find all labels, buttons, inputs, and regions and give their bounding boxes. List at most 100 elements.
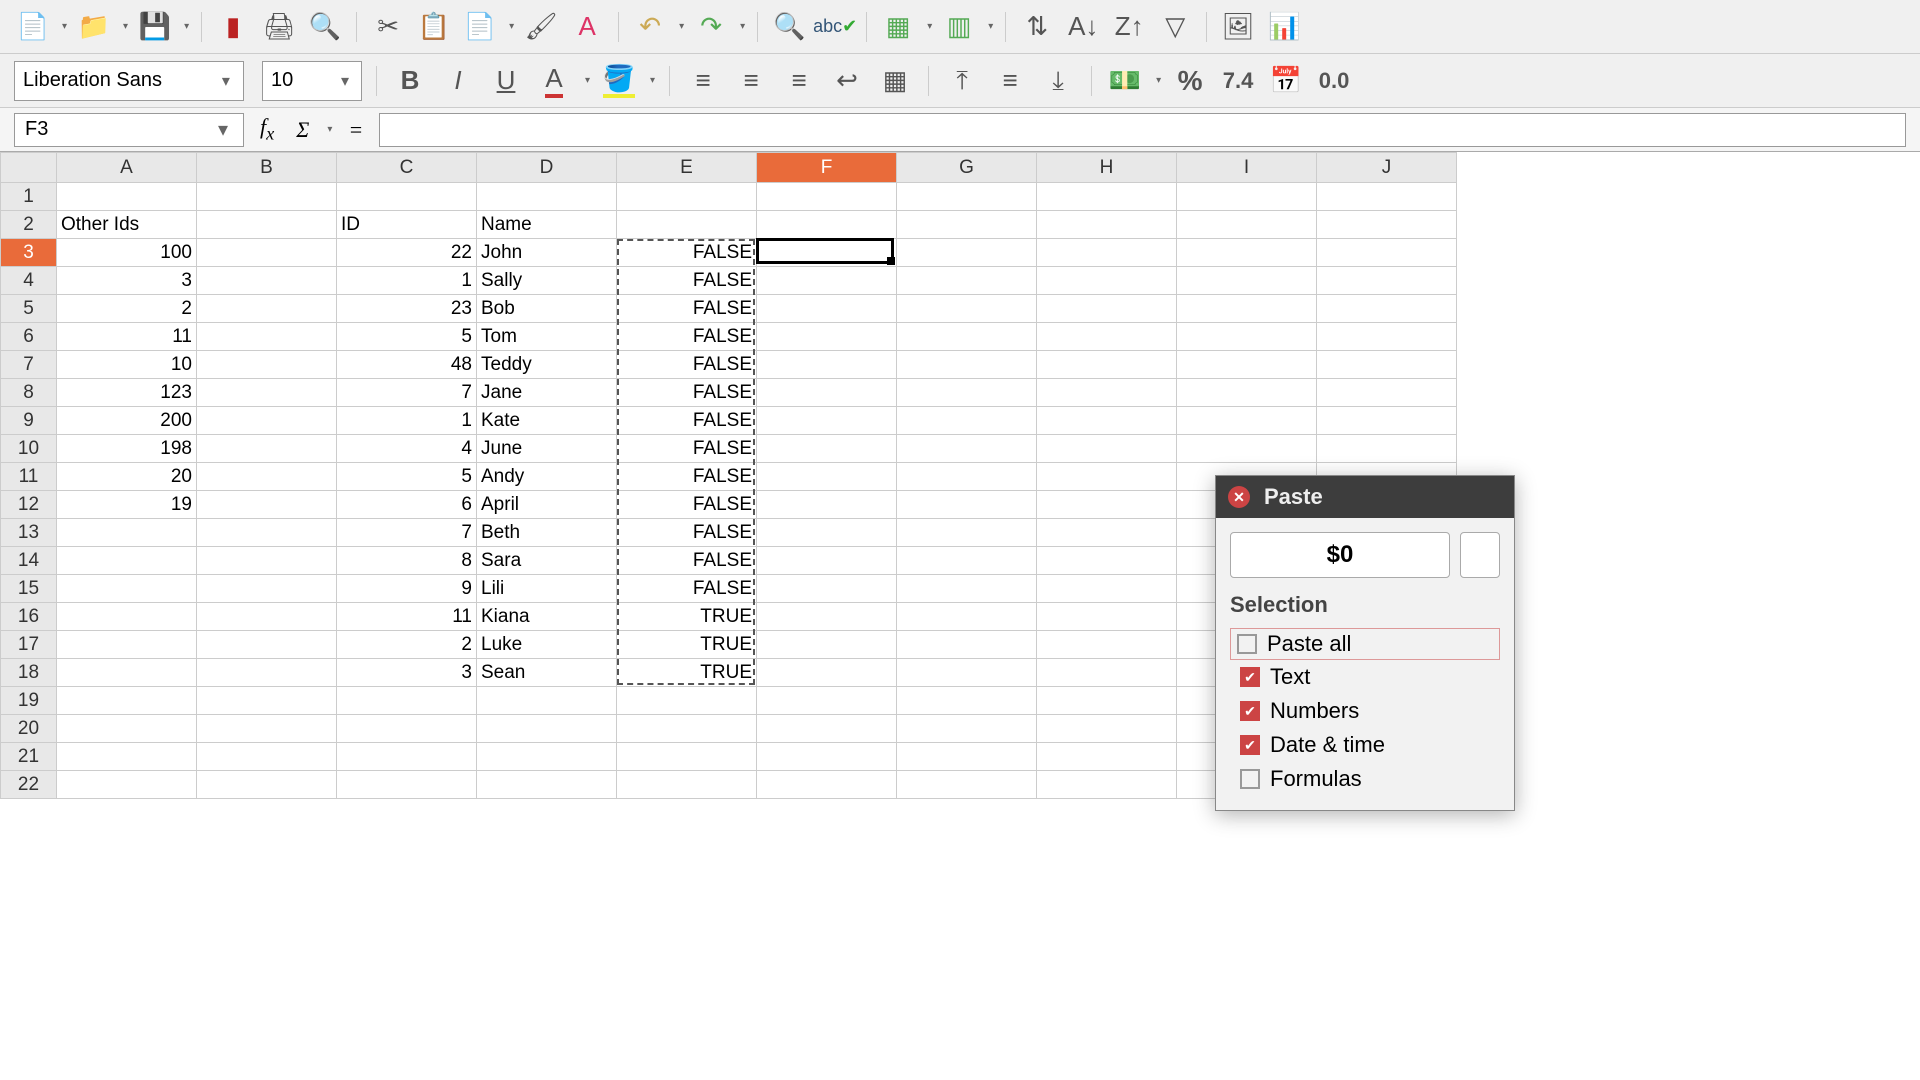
cell[interactable] [197, 547, 337, 575]
cell[interactable]: 6 [337, 491, 477, 519]
cell[interactable] [197, 463, 337, 491]
checkbox[interactable] [1237, 634, 1257, 654]
dropdown-arrow-icon[interactable]: ▾ [740, 21, 745, 32]
cell[interactable] [897, 519, 1037, 547]
cell[interactable] [617, 743, 757, 771]
cell[interactable] [197, 435, 337, 463]
col-header-H[interactable]: H [1037, 153, 1177, 183]
font-size-input[interactable] [271, 69, 337, 92]
row-header[interactable]: 6 [1, 323, 57, 351]
col-header-F[interactable]: F [757, 153, 897, 183]
cell[interactable] [757, 743, 897, 771]
chevron-down-icon[interactable]: ▾ [213, 117, 233, 142]
cell[interactable]: April [477, 491, 617, 519]
cell[interactable]: 3 [337, 659, 477, 687]
cell[interactable] [337, 183, 477, 211]
row-header[interactable]: 12 [1, 491, 57, 519]
paste-button[interactable]: 📄 [461, 8, 499, 46]
open-button[interactable]: 📁 [75, 8, 113, 46]
cell[interactable] [1317, 267, 1457, 295]
dropdown-arrow-icon[interactable]: ▾ [184, 21, 189, 32]
cell[interactable] [1177, 267, 1317, 295]
new-doc-button[interactable]: 📄 [14, 8, 52, 46]
cell[interactable] [1037, 687, 1177, 715]
number-format-button[interactable]: 7.4 [1219, 62, 1257, 100]
bold-button[interactable]: B [391, 62, 429, 100]
cell[interactable] [757, 519, 897, 547]
cell[interactable] [57, 659, 197, 687]
cell[interactable] [1317, 295, 1457, 323]
cell[interactable] [617, 211, 757, 239]
dropdown-arrow-icon[interactable]: ▾ [679, 21, 684, 32]
clear-formatting-button[interactable]: A [568, 8, 606, 46]
col-header-D[interactable]: D [477, 153, 617, 183]
cell[interactable]: Other Ids [57, 211, 197, 239]
cell[interactable]: 5 [337, 323, 477, 351]
cell[interactable] [57, 519, 197, 547]
cell[interactable] [337, 687, 477, 715]
cell[interactable] [1317, 183, 1457, 211]
cell[interactable]: FALSE [617, 519, 757, 547]
cell[interactable] [197, 211, 337, 239]
cell[interactable] [1317, 435, 1457, 463]
print-preview-button[interactable]: 🔍 [306, 8, 344, 46]
cell[interactable] [897, 239, 1037, 267]
cell[interactable]: FALSE [617, 351, 757, 379]
cell[interactable]: 1 [337, 407, 477, 435]
cut-button[interactable]: ✂ [369, 8, 407, 46]
cell[interactable] [897, 323, 1037, 351]
cell[interactable] [1037, 183, 1177, 211]
cell[interactable]: 23 [337, 295, 477, 323]
sort-desc-button[interactable]: Z↑ [1110, 8, 1148, 46]
cell[interactable] [197, 743, 337, 771]
function-wizard-button[interactable]: fx [254, 114, 280, 144]
dropdown-arrow-icon[interactable]: ▾ [650, 75, 655, 86]
cell[interactable]: 7 [337, 519, 477, 547]
cell[interactable]: FALSE [617, 407, 757, 435]
cell[interactable]: Name [477, 211, 617, 239]
cell[interactable] [897, 687, 1037, 715]
cell[interactable] [197, 575, 337, 603]
cell[interactable]: FALSE [617, 267, 757, 295]
row-header[interactable]: 21 [1, 743, 57, 771]
row-header[interactable]: 8 [1, 379, 57, 407]
dropdown-arrow-icon[interactable]: ▾ [62, 21, 67, 32]
cell[interactable] [897, 183, 1037, 211]
cell[interactable] [1037, 715, 1177, 743]
close-button[interactable]: ✕ [1228, 486, 1250, 508]
cell[interactable] [57, 631, 197, 659]
cell[interactable] [1037, 659, 1177, 687]
cell[interactable] [757, 771, 897, 799]
cell[interactable] [1317, 379, 1457, 407]
spellcheck-button[interactable]: abc✔ [816, 8, 854, 46]
cell[interactable]: 8 [337, 547, 477, 575]
cell[interactable] [897, 463, 1037, 491]
row-header[interactable]: 2 [1, 211, 57, 239]
cell[interactable] [897, 659, 1037, 687]
cell[interactable]: John [477, 239, 617, 267]
cell[interactable] [757, 239, 897, 267]
row-header[interactable]: 17 [1, 631, 57, 659]
cell[interactable] [757, 211, 897, 239]
row-header[interactable]: 11 [1, 463, 57, 491]
cell[interactable] [1037, 211, 1177, 239]
cell[interactable] [897, 295, 1037, 323]
cell[interactable] [757, 295, 897, 323]
dropdown-arrow-icon[interactable]: ▾ [585, 75, 590, 86]
cell[interactable] [1317, 211, 1457, 239]
cell[interactable]: Kiana [477, 603, 617, 631]
cell[interactable] [197, 351, 337, 379]
cell[interactable] [197, 295, 337, 323]
paste-option[interactable]: ✔Text [1230, 660, 1500, 694]
cell[interactable] [57, 603, 197, 631]
cell[interactable] [1037, 239, 1177, 267]
cell[interactable]: 11 [57, 323, 197, 351]
equals-button[interactable]: = [342, 117, 369, 143]
row-header[interactable]: 13 [1, 519, 57, 547]
paste-option[interactable]: ✔Date & time [1230, 728, 1500, 762]
cell[interactable] [897, 575, 1037, 603]
checkbox[interactable]: ✔ [1240, 735, 1260, 755]
col-header-E[interactable]: E [617, 153, 757, 183]
save-button[interactable]: 💾 [136, 8, 174, 46]
paste-option[interactable]: ✔Numbers [1230, 694, 1500, 728]
